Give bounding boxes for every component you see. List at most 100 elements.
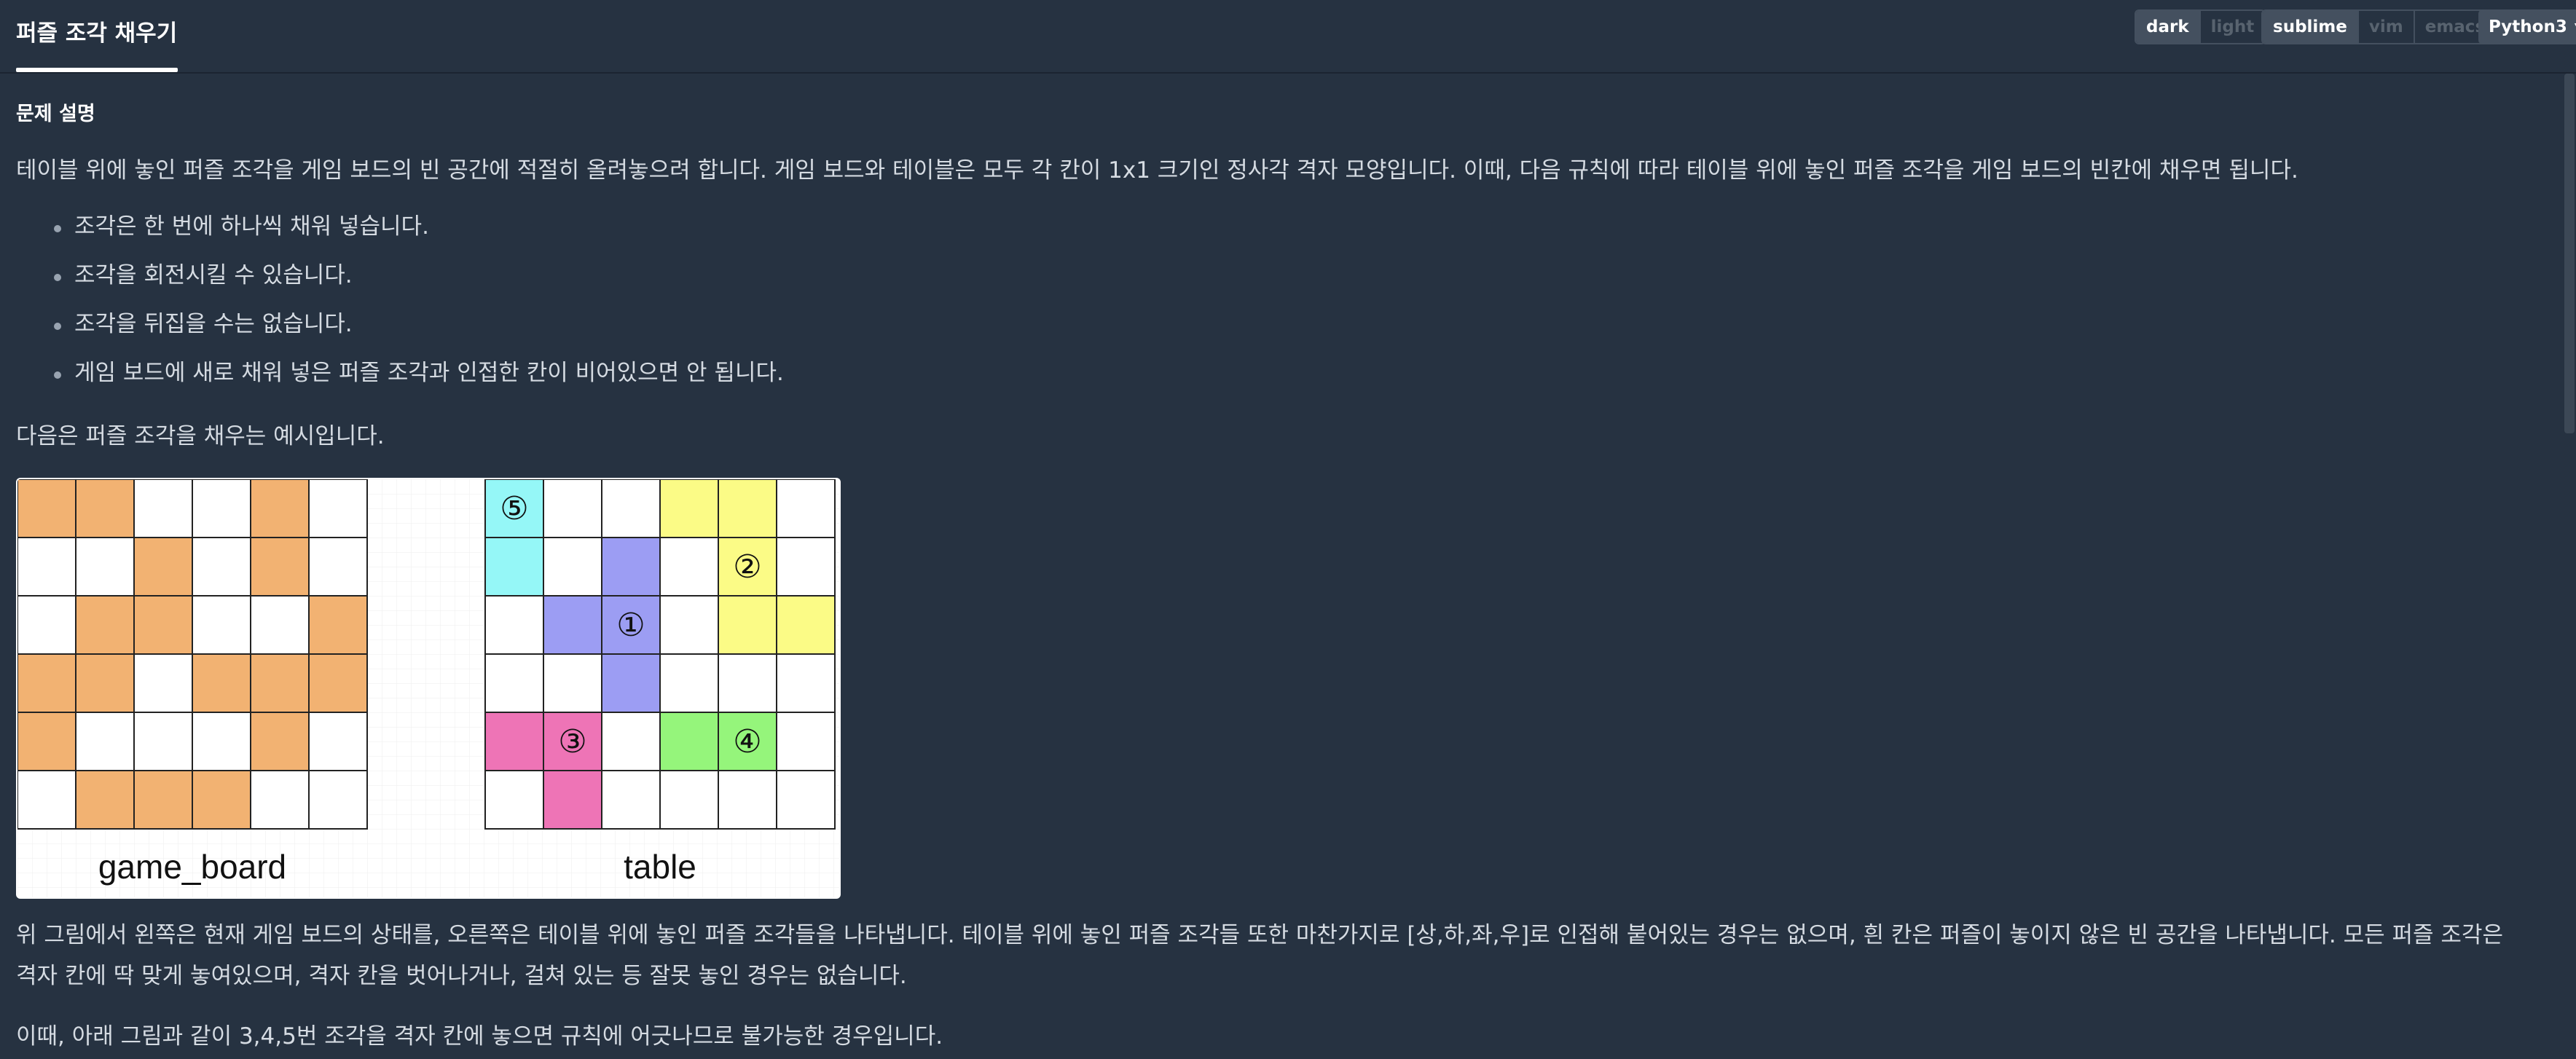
table-cell bbox=[659, 712, 719, 771]
game-board-cell bbox=[133, 770, 193, 830]
game-board-label: game_board bbox=[98, 848, 286, 886]
game-board-cell bbox=[308, 712, 368, 771]
language-select[interactable]: Python3 ▼ bbox=[2478, 9, 2576, 44]
game-board-cell bbox=[17, 653, 76, 713]
table-cell bbox=[659, 770, 719, 830]
table-cell bbox=[543, 770, 602, 830]
table-cell bbox=[543, 537, 602, 597]
theme-toggle: dark light bbox=[2135, 9, 2266, 44]
game-board-cell bbox=[250, 479, 310, 538]
table-label: table bbox=[624, 848, 696, 886]
puzzle-diagram: ⑤ ② ① ③ ④ game_board table bbox=[17, 479, 839, 897]
table-cell bbox=[484, 595, 544, 655]
game-board-cell bbox=[308, 595, 368, 655]
theme-dark-button[interactable]: dark bbox=[2136, 11, 2199, 43]
table-cell bbox=[776, 479, 836, 538]
game-board-cell bbox=[192, 653, 251, 713]
table-grid: ⑤ ② ① ③ ④ bbox=[484, 479, 836, 830]
game-board-cell bbox=[250, 537, 310, 597]
piece-number-label: ① bbox=[616, 607, 645, 644]
game-board-cell bbox=[75, 653, 135, 713]
puzzle-example-image: ⑤ ② ① ③ ④ game_board table bbox=[16, 478, 841, 899]
table-cell bbox=[659, 595, 719, 655]
game-board-cell bbox=[308, 770, 368, 830]
problem-title-tab[interactable]: 퍼즐 조각 채우기 bbox=[16, 15, 177, 47]
game-board-cell bbox=[75, 537, 135, 597]
intro-paragraph: 테이블 위에 놓인 퍼즐 조각을 게임 보드의 빈 공간에 적절히 올려놓으려 … bbox=[16, 157, 2298, 184]
game-board-cell bbox=[133, 537, 193, 597]
explanation-line-1: 위 그림에서 왼쪽은 현재 게임 보드의 상태를, 오른쪽은 테이블 위에 놓인… bbox=[16, 922, 2503, 948]
piece-number-label: ③ bbox=[558, 723, 586, 760]
game-board-cell bbox=[250, 653, 310, 713]
top-bar: 퍼즐 조각 채우기 dark light sublime vim emacs P… bbox=[0, 0, 2576, 74]
list-item: 조각을 뒤집을 수는 없습니다. bbox=[16, 300, 784, 349]
table-cell bbox=[601, 712, 661, 771]
game-board-cell bbox=[133, 712, 193, 771]
table-cell bbox=[484, 712, 544, 771]
game-board-cell bbox=[75, 479, 135, 538]
game-board-cell bbox=[17, 479, 76, 538]
table-cell bbox=[601, 770, 661, 830]
table-cell bbox=[484, 770, 544, 830]
table-cell bbox=[601, 653, 661, 713]
table-cell bbox=[543, 479, 602, 538]
keymap-toggle: sublime vim emacs bbox=[2261, 9, 2497, 44]
list-item: 게임 보드에 새로 채워 넣은 퍼즐 조각과 인접한 칸이 비어있으면 안 됩니… bbox=[16, 349, 784, 398]
keymap-vim-button[interactable]: vim bbox=[2357, 11, 2414, 43]
game-board-cell bbox=[133, 595, 193, 655]
table-cell bbox=[601, 479, 661, 538]
game-board-cell bbox=[192, 712, 251, 771]
list-item: 조각은 한 번에 하나씩 채워 넣습니다. bbox=[16, 202, 784, 251]
table-cell bbox=[776, 712, 836, 771]
list-item: 조각을 회전시킬 수 있습니다. bbox=[16, 251, 784, 300]
table-cell bbox=[776, 595, 836, 655]
table-cell bbox=[484, 653, 544, 713]
game-board-cell bbox=[133, 653, 193, 713]
table-cell bbox=[659, 653, 719, 713]
table-cell bbox=[659, 479, 719, 538]
piece-number-label: ④ bbox=[733, 723, 761, 760]
game-board-cell bbox=[192, 479, 251, 538]
piece-number-label: ② bbox=[733, 548, 761, 586]
game-board-cell bbox=[17, 712, 76, 771]
game-board-cell bbox=[192, 537, 251, 597]
game-board-cell bbox=[17, 770, 76, 830]
table-cell bbox=[776, 653, 836, 713]
game-board-cell bbox=[308, 479, 368, 538]
scrollbar-thumb[interactable] bbox=[2564, 74, 2575, 433]
table-cell bbox=[659, 537, 719, 597]
game-board-cell bbox=[250, 712, 310, 771]
table-cell bbox=[718, 479, 777, 538]
table-cell bbox=[543, 653, 602, 713]
game-board-cell bbox=[75, 712, 135, 771]
table-cell bbox=[718, 653, 777, 713]
game-board-cell bbox=[250, 595, 310, 655]
explanation-line-2: 격자 칸에 딱 맞게 놓여있으며, 격자 칸을 벗어나거나, 걸쳐 있는 등 잘… bbox=[16, 963, 907, 989]
game-board-cell bbox=[17, 595, 76, 655]
table-cell bbox=[543, 595, 602, 655]
language-select-value: Python3 bbox=[2489, 17, 2567, 36]
table-cell bbox=[718, 595, 777, 655]
theme-light-button[interactable]: light bbox=[2199, 11, 2265, 43]
table-cell bbox=[484, 537, 544, 597]
game-board-grid bbox=[17, 479, 368, 830]
game-board-cell bbox=[308, 653, 368, 713]
game-board-cell bbox=[75, 770, 135, 830]
piece-number-label: ⑤ bbox=[500, 490, 528, 527]
game-board-cell bbox=[308, 537, 368, 597]
active-tab-indicator bbox=[16, 68, 178, 72]
table-cell bbox=[718, 770, 777, 830]
rules-list: 조각은 한 번에 하나씩 채워 넣습니다. 조각을 회전시킬 수 있습니다. 조… bbox=[16, 202, 784, 398]
game-board-cell bbox=[17, 537, 76, 597]
keymap-sublime-button[interactable]: sublime bbox=[2263, 11, 2357, 43]
game-board-cell bbox=[192, 770, 251, 830]
section-title: 문제 설명 bbox=[16, 103, 95, 125]
table-cell bbox=[776, 770, 836, 830]
game-board-cell bbox=[75, 595, 135, 655]
next-example-intro: 이때, 아래 그림과 같이 3,4,5번 조각을 격자 칸에 놓으면 규칙에 어… bbox=[16, 1023, 943, 1050]
game-board-cell bbox=[192, 595, 251, 655]
game-board-cell bbox=[250, 770, 310, 830]
table-cell bbox=[601, 537, 661, 597]
example-intro: 다음은 퍼즐 조각을 채우는 예시입니다. bbox=[16, 423, 385, 449]
table-cell bbox=[776, 537, 836, 597]
